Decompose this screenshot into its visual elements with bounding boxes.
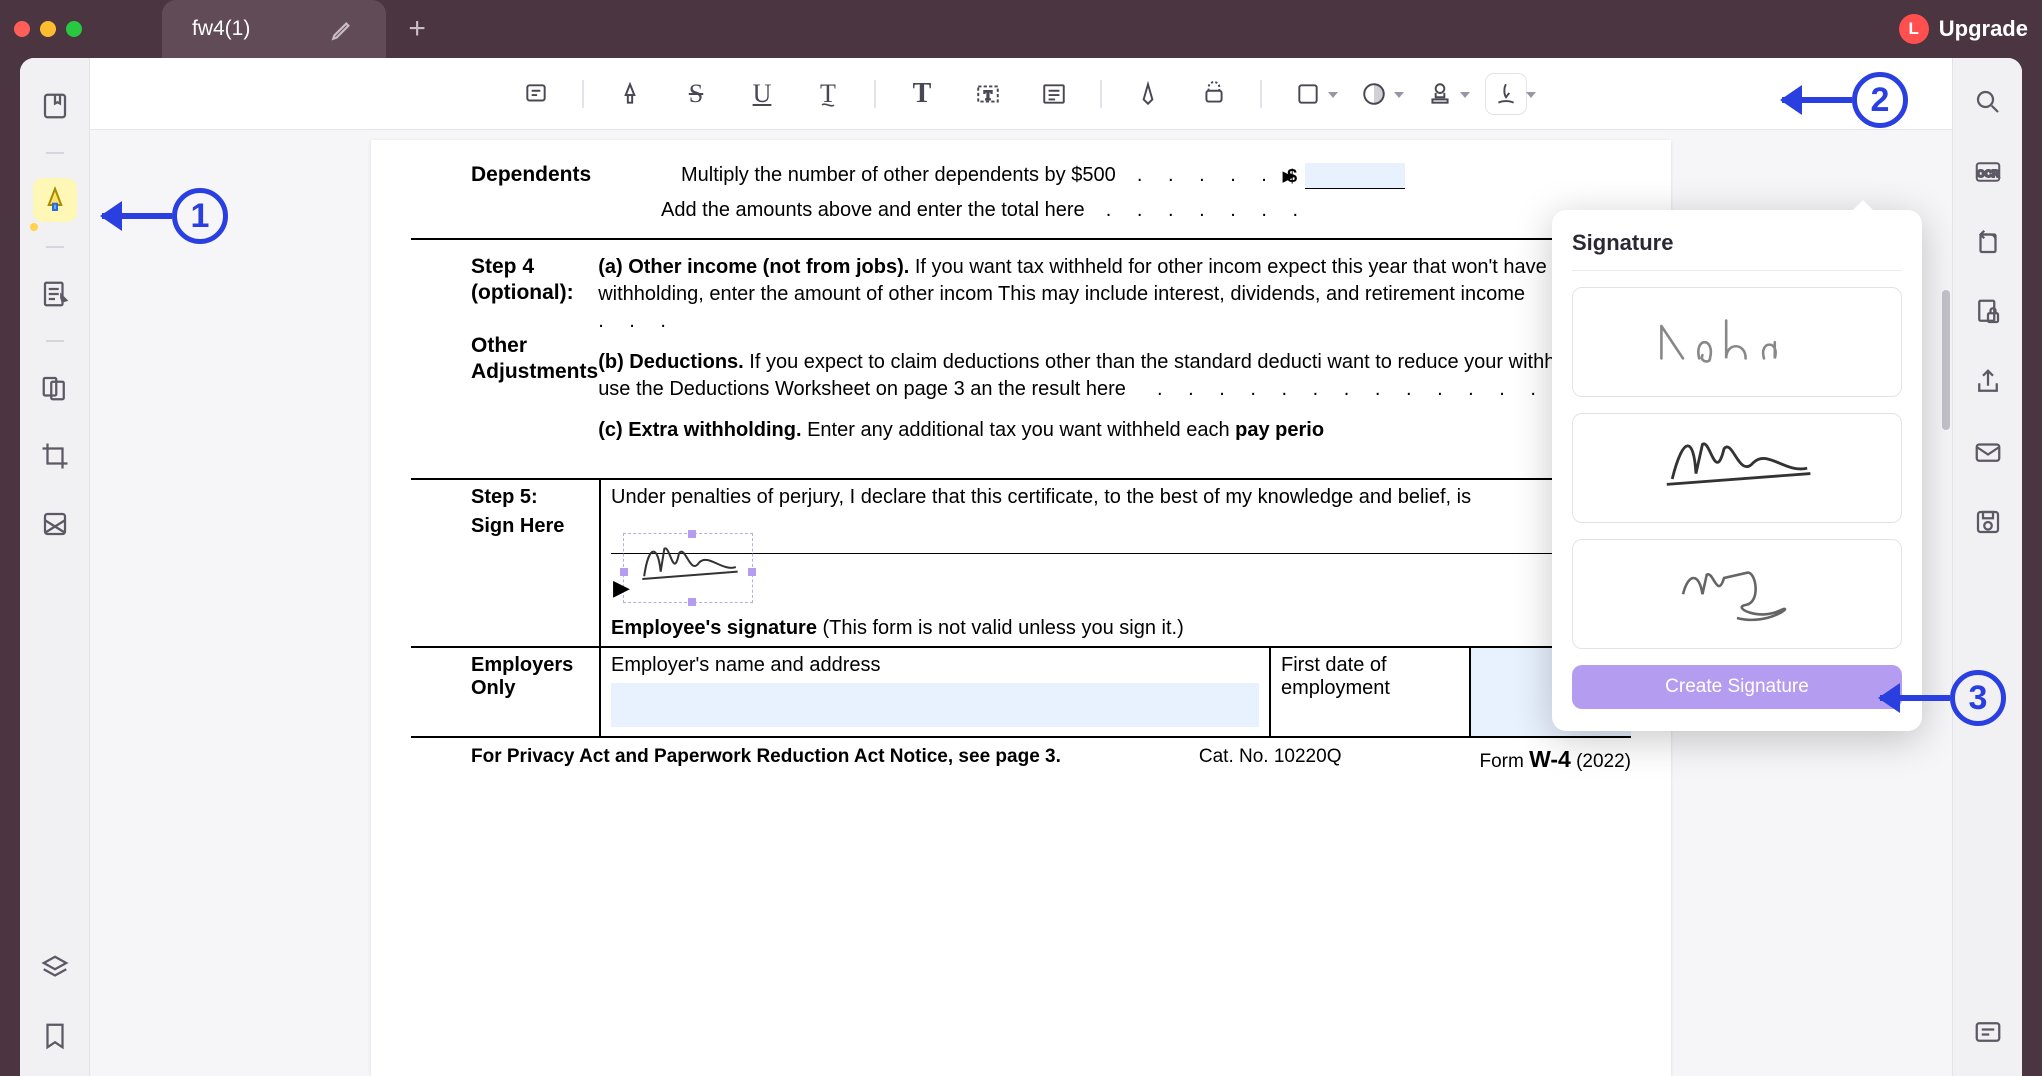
caret-icon: ▶ bbox=[613, 575, 630, 601]
perjury-text: Under penalties of perjury, I declare th… bbox=[611, 486, 1621, 509]
layers-button[interactable] bbox=[33, 946, 77, 990]
avatar[interactable]: L bbox=[1899, 14, 1929, 44]
mail-button[interactable] bbox=[1966, 430, 2010, 474]
search-button[interactable] bbox=[1966, 80, 2010, 124]
tab-strip: fw4(1) + bbox=[162, 0, 1899, 58]
pencil-icon bbox=[330, 16, 356, 42]
step5-section: Step 5: Sign Here Under penalties of per… bbox=[411, 478, 1631, 646]
lock-button[interactable] bbox=[1966, 290, 2010, 334]
dep-line-2: Add the amounts above and enter the tota… bbox=[661, 199, 1085, 221]
close-window-button[interactable] bbox=[14, 21, 30, 37]
color-tool[interactable] bbox=[1354, 74, 1394, 114]
section-divider bbox=[411, 238, 1631, 240]
rail-separator bbox=[46, 340, 64, 342]
underline-tool[interactable]: U bbox=[742, 74, 782, 114]
tab-title: fw4(1) bbox=[192, 17, 250, 41]
titlebar: fw4(1) + L Upgrade bbox=[0, 0, 2042, 58]
signature-tool[interactable] bbox=[1486, 74, 1526, 114]
dependents-amount-field[interactable] bbox=[1305, 163, 1405, 189]
toolbar-separator bbox=[1100, 80, 1102, 108]
employers-section: Employers Only Employer's name and addre… bbox=[411, 646, 1631, 736]
svg-text:OCR: OCR bbox=[1976, 169, 1999, 180]
annotation-toolbar: S U T T T bbox=[90, 58, 1952, 130]
compare-button[interactable] bbox=[33, 366, 77, 410]
pencil-tool[interactable] bbox=[1128, 74, 1168, 114]
pages-button[interactable] bbox=[33, 502, 77, 546]
text-style-tool[interactable]: T bbox=[808, 74, 848, 114]
right-rail: OCR bbox=[1952, 58, 2022, 1076]
signature-item-1[interactable] bbox=[1572, 287, 1902, 397]
scrollbar-thumb[interactable] bbox=[1942, 290, 1950, 430]
page-footer: For Privacy Act and Paperwork Reduction … bbox=[411, 736, 1631, 773]
strikethrough-tool[interactable]: S bbox=[676, 74, 716, 114]
annotate-button[interactable] bbox=[33, 178, 77, 222]
bookmarks-button[interactable] bbox=[33, 84, 77, 128]
ocr-button[interactable]: OCR bbox=[1966, 150, 2010, 194]
rail-separator bbox=[46, 246, 64, 248]
crop-button[interactable] bbox=[33, 434, 77, 478]
document-viewport[interactable]: Dependents Multiply the number of other … bbox=[90, 130, 1952, 1076]
window-controls bbox=[14, 21, 82, 37]
popover-title: Signature bbox=[1572, 230, 1902, 256]
toolbar-separator bbox=[1260, 80, 1262, 108]
signature-item-3[interactable] bbox=[1572, 539, 1902, 649]
dep-line-1: Multiply the number of other dependents … bbox=[681, 164, 1116, 186]
step4-label: Step 4 (optional): Other Adjustments bbox=[471, 254, 598, 385]
create-signature-button[interactable]: Create Signature bbox=[1572, 665, 1902, 709]
toolbar-separator bbox=[582, 80, 584, 108]
highlighter-tool[interactable] bbox=[610, 74, 650, 114]
textbox-tool[interactable]: T bbox=[968, 74, 1008, 114]
edit-button[interactable] bbox=[33, 272, 77, 316]
employer-name-address: Employer's name and address bbox=[601, 648, 1271, 736]
stamp-tool[interactable] bbox=[1420, 74, 1460, 114]
new-tab-button[interactable]: + bbox=[408, 12, 426, 46]
signature-popover: Signature Create Signature bbox=[1552, 210, 1922, 731]
note-tool[interactable] bbox=[516, 74, 556, 114]
dependents-label: Dependents bbox=[471, 162, 661, 188]
signature-item-2[interactable] bbox=[1572, 413, 1902, 523]
rail-separator bbox=[46, 152, 64, 154]
eraser-tool[interactable] bbox=[1194, 74, 1234, 114]
minimize-window-button[interactable] bbox=[40, 21, 56, 37]
bookmark-button[interactable] bbox=[33, 1014, 77, 1058]
placed-signature[interactable] bbox=[635, 535, 745, 590]
shape-tool[interactable] bbox=[1288, 74, 1328, 114]
save-button[interactable] bbox=[1966, 500, 2010, 544]
document-tab[interactable]: fw4(1) bbox=[162, 0, 386, 58]
document-page: Dependents Multiply the number of other … bbox=[371, 140, 1671, 1076]
list-tool[interactable] bbox=[1034, 74, 1074, 114]
rotate-button[interactable] bbox=[1966, 220, 2010, 264]
app-frame: S U T T T Dependents Multiply the bbox=[20, 58, 2022, 1076]
text-tool[interactable]: T bbox=[902, 74, 942, 114]
employer-name-field[interactable] bbox=[611, 683, 1259, 727]
zoom-window-button[interactable] bbox=[66, 21, 82, 37]
titlebar-right: L Upgrade bbox=[1899, 14, 2028, 44]
panel-button[interactable] bbox=[1966, 1010, 2010, 1054]
left-rail bbox=[20, 58, 90, 1076]
share-button[interactable] bbox=[1966, 360, 2010, 404]
center-pane: S U T T T Dependents Multiply the bbox=[90, 58, 1952, 1076]
upgrade-button[interactable]: Upgrade bbox=[1939, 16, 2028, 42]
svg-text:T: T bbox=[984, 87, 992, 102]
toolbar-separator bbox=[874, 80, 876, 108]
activity-indicator-dot bbox=[30, 223, 38, 231]
